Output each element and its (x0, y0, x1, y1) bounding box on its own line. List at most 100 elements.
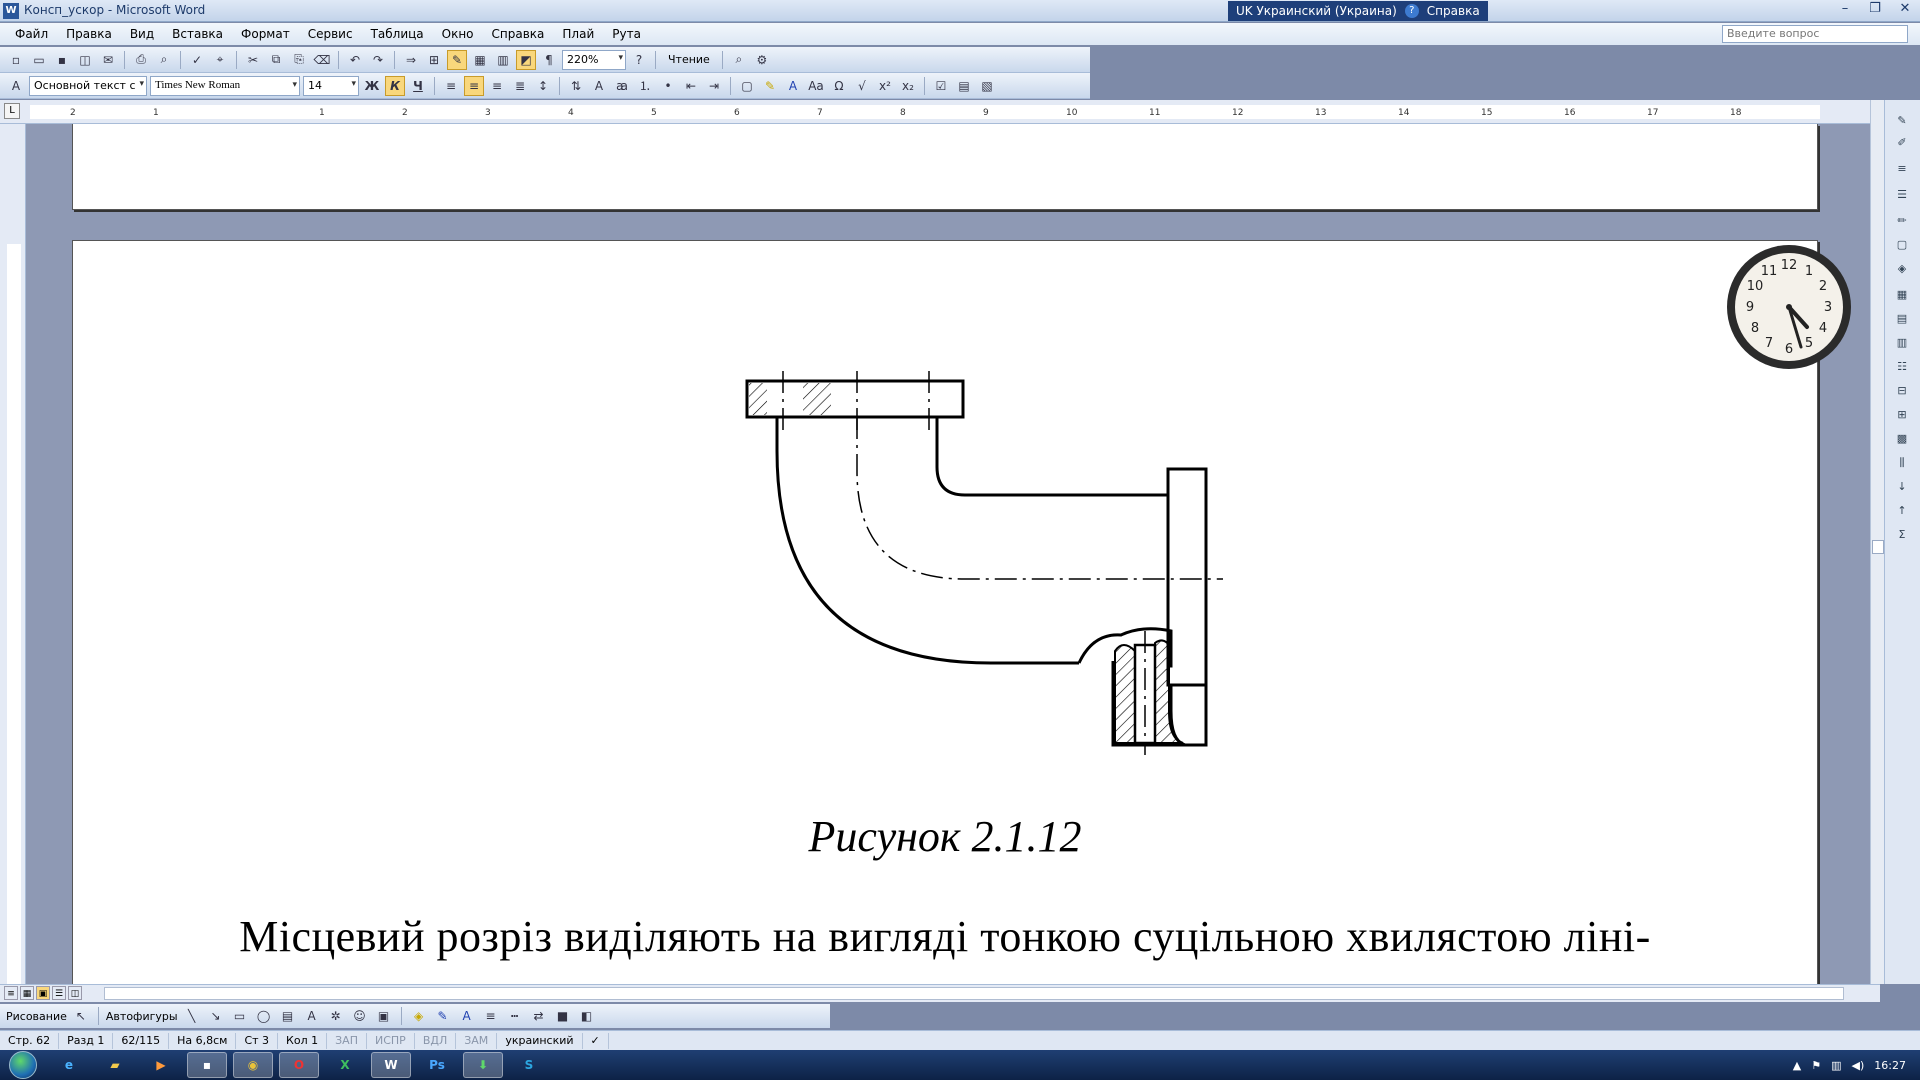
dash-style-icon[interactable]: ┅ (505, 1006, 525, 1026)
email-icon[interactable]: ✉ (98, 50, 118, 70)
normal-view-icon[interactable]: ≡ (4, 986, 18, 1000)
previous-page[interactable] (72, 124, 1818, 210)
scroll-thumb[interactable] (1872, 540, 1884, 554)
fill-icon[interactable]: ◈ (1893, 262, 1911, 278)
torrent-icon[interactable]: ⬇ (463, 1052, 503, 1078)
select-objects-icon[interactable]: ↖ (71, 1006, 91, 1026)
volume-icon[interactable]: ◀) (1852, 1059, 1865, 1072)
superscript-icon[interactable]: x² (875, 76, 895, 96)
word-app-icon[interactable]: W (3, 3, 19, 19)
menu-file[interactable]: Файл (6, 27, 57, 41)
subscript-icon[interactable]: x₂ (898, 76, 918, 96)
show-formatting-icon[interactable]: ¶ (539, 50, 559, 70)
ie-icon[interactable]: e (49, 1052, 89, 1078)
3d-icon[interactable]: ◧ (577, 1006, 597, 1026)
split-icon[interactable]: ▥ (1893, 336, 1911, 352)
explorer-icon[interactable]: ▰ (95, 1052, 135, 1078)
oval-icon[interactable]: ◯ (254, 1006, 274, 1026)
sort-asc-icon[interactable]: ↓ (1893, 480, 1911, 496)
autoshapes-menu-button[interactable]: Автофигуры (106, 1010, 178, 1023)
layout-view-icon[interactable]: ▣ (36, 986, 50, 1000)
line-spacing-icon[interactable]: ↕ (533, 76, 553, 96)
outline-view-icon[interactable]: ☰ (52, 986, 66, 1000)
shadow-icon[interactable]: ■ (553, 1006, 573, 1026)
chrome-icon[interactable]: ◉ (233, 1052, 273, 1078)
undo-icon[interactable]: ↶ (345, 50, 365, 70)
menu-table[interactable]: Таблица (362, 27, 433, 41)
clipart-icon[interactable]: ☺ (350, 1006, 370, 1026)
symbol-icon[interactable]: Ω (829, 76, 849, 96)
tab-selector[interactable]: L (4, 103, 20, 119)
line-style-icon[interactable]: ≡ (1893, 162, 1911, 178)
help-label[interactable]: Справка (1427, 4, 1480, 18)
tables-borders-icon[interactable]: ⊞ (424, 50, 444, 70)
merge-icon[interactable]: ▤ (1893, 312, 1911, 328)
save-icon[interactable]: ▪ (52, 50, 72, 70)
autoformat-icon[interactable]: ▩ (1893, 432, 1911, 448)
tray-expand-icon[interactable]: ▲ (1793, 1059, 1801, 1072)
align-center-icon[interactable]: ≡ (464, 75, 484, 96)
spelling-status-icon[interactable]: ✓ (583, 1032, 609, 1049)
document-area[interactable]: Рисунок 2.1.12 Місцевий розріз виділяють… (26, 124, 1870, 984)
font-color-icon[interactable]: A (783, 76, 803, 96)
equation-icon[interactable]: √ (852, 76, 872, 96)
redo-icon[interactable]: ↷ (368, 50, 388, 70)
picture-icon[interactable]: ▣ (374, 1006, 394, 1026)
excel-icon[interactable]: X (325, 1052, 365, 1078)
opera-icon[interactable]: O (279, 1052, 319, 1078)
autofit-icon[interactable]: ⊞ (1893, 408, 1911, 424)
pen-icon[interactable]: ✏ (1893, 214, 1911, 230)
draw-menu-button[interactable]: Рисование (6, 1010, 67, 1023)
vertical-scrollbar[interactable] (1870, 100, 1884, 984)
case-icon[interactable]: Aa (806, 76, 826, 96)
align-left-icon[interactable]: ≡ (441, 76, 461, 96)
bullets-icon[interactable]: • (658, 76, 678, 96)
review-icon[interactable]: ✎ (1893, 114, 1911, 130)
print-icon[interactable]: ⎙ (131, 50, 151, 70)
language-label[interactable]: UK Украинский (Украина) (1236, 4, 1397, 18)
horizontal-scrollbar[interactable] (104, 987, 1844, 1000)
clock-time[interactable]: 16:27 (1874, 1059, 1906, 1072)
word-taskbar-icon[interactable]: W (371, 1052, 411, 1078)
insert-table-icon[interactable]: ▦ (470, 50, 490, 70)
horizontal-ruler[interactable]: L 2 1 1 2 3 4 5 6 7 8 9 10 11 12 13 14 1… (0, 100, 1880, 124)
border-icon[interactable]: ▢ (1893, 238, 1911, 254)
status-record-macro[interactable]: ЗАП (327, 1032, 367, 1049)
font-size-select[interactable]: 14 (303, 75, 359, 96)
menu-ruta[interactable]: Рута (603, 27, 650, 41)
open-icon[interactable]: ▭ (29, 50, 49, 70)
font-color-icon[interactable]: A (457, 1006, 477, 1026)
status-overtype[interactable]: ЗАМ (456, 1032, 498, 1049)
language-bar[interactable]: UK Украинский (Украина) ? Справка (1228, 1, 1488, 21)
autosum-icon[interactable]: Σ (1893, 528, 1911, 544)
menu-tools[interactable]: Сервис (299, 27, 362, 41)
maximize-button[interactable]: ❐ (1860, 0, 1890, 20)
menu-format[interactable]: Формат (232, 27, 299, 41)
styles-icon[interactable]: A (6, 76, 26, 96)
cut-icon[interactable]: ✂ (243, 50, 263, 70)
hyperlink-icon[interactable]: ⇒ (401, 50, 421, 70)
menu-window[interactable]: Окно (433, 27, 483, 41)
zoom-select[interactable]: 220% (562, 49, 626, 70)
menu-edit[interactable]: Правка (57, 27, 121, 41)
skype-icon[interactable]: S (509, 1052, 549, 1078)
table-icon[interactable]: ▦ (1893, 288, 1911, 304)
status-language[interactable]: украинский (497, 1032, 583, 1049)
font-style-icon[interactable]: A (589, 76, 609, 96)
research-icon[interactable]: ⌖ (210, 50, 230, 70)
minimize-button[interactable]: – (1830, 0, 1860, 20)
style-select[interactable]: Основной текст с (29, 75, 147, 96)
form-icon[interactable]: ▤ (954, 76, 974, 96)
highlight-icon[interactable]: ✎ (760, 76, 780, 96)
justify-icon[interactable]: ≣ (510, 76, 530, 96)
format-painter-icon[interactable]: ⌫ (312, 50, 332, 70)
close-button[interactable]: ✕ (1890, 0, 1920, 20)
distribute-icon[interactable]: ⊟ (1893, 384, 1911, 400)
edit-icon[interactable]: ✐ (1893, 136, 1911, 152)
menu-plai[interactable]: Плай (553, 27, 603, 41)
text-direction-icon[interactable]: ⇅ (566, 76, 586, 96)
shading-icon[interactable]: ▧ (977, 76, 997, 96)
permission-icon[interactable]: ◫ (75, 50, 95, 70)
rectangle-icon[interactable]: ▭ (230, 1006, 250, 1026)
copy-icon[interactable]: ⧉ (266, 50, 286, 70)
